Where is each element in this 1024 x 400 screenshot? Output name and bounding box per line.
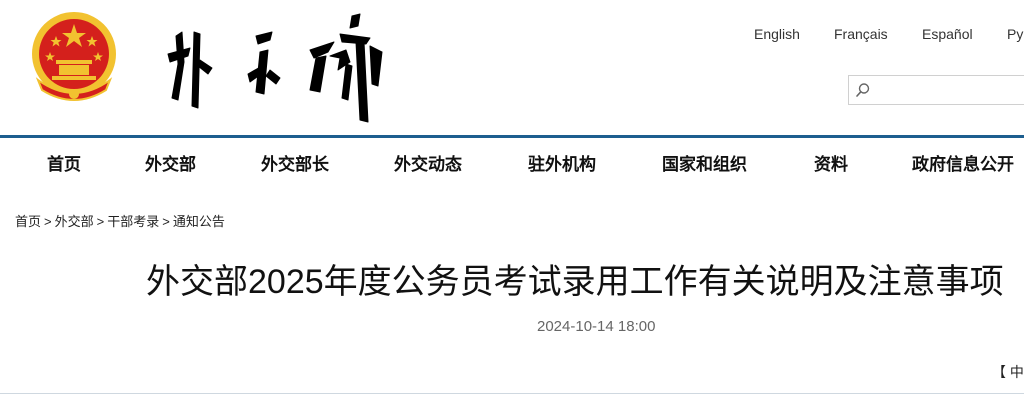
site-header: English Français Español Ру — [0, 0, 1024, 136]
breadcrumb-separator: > — [96, 214, 105, 229]
article-date: 2024-10-14 18:00 — [537, 318, 656, 335]
nav-item-diplomatic-news[interactable]: 外交动态 — [394, 150, 462, 175]
breadcrumb-recruitment-link[interactable]: 干部考录 — [107, 214, 159, 229]
nav-item-countries-organizations[interactable]: 国家和组织 — [662, 150, 747, 175]
breadcrumb-ministry-link[interactable]: 外交部 — [55, 214, 94, 229]
breadcrumb-separator: > — [162, 214, 170, 229]
lang-russian-link[interactable]: Ру — [1007, 26, 1023, 42]
breadcrumb-separator: > — [44, 214, 52, 229]
lang-spanish-link[interactable]: Español — [922, 26, 973, 42]
lang-french-link[interactable]: Français — [834, 26, 888, 42]
nav-item-missions-abroad[interactable]: 驻外机构 — [528, 150, 596, 175]
nav-item-home[interactable]: 首页 — [47, 150, 81, 175]
nav-item-ministry[interactable]: 外交部 — [145, 150, 196, 175]
main-nav: 首页 外交部 外交部长 外交动态 驻外机构 国家和组织 资料 政府信息公开 — [0, 138, 1024, 182]
language-bar: English Français Español Ру — [0, 26, 1024, 46]
article-title: 外交部2025年度公务员考试录用工作有关说明及注意事项 — [146, 263, 1004, 301]
nav-item-government-info[interactable]: 政府信息公开 — [912, 150, 1014, 175]
search-icon[interactable] — [855, 82, 871, 98]
nav-item-resources[interactable]: 资料 — [814, 150, 848, 175]
search-input[interactable] — [848, 75, 1024, 105]
breadcrumb-home-link[interactable]: 首页 — [15, 214, 41, 229]
breadcrumb: 首页 > 外交部 > 干部考录 > 通知公告 — [15, 211, 225, 230]
nav-item-minister[interactable]: 外交部长 — [261, 150, 329, 175]
national-emblem-icon[interactable] — [28, 10, 120, 104]
content-divider — [0, 393, 1024, 394]
lang-english-link[interactable]: English — [754, 26, 800, 42]
breadcrumb-notices-link[interactable]: 通知公告 — [173, 214, 225, 229]
font-size-control[interactable]: 【 中 — [992, 362, 1024, 382]
page: English Français Español Ру 首页 外交部 外交部长 … — [0, 0, 1024, 400]
